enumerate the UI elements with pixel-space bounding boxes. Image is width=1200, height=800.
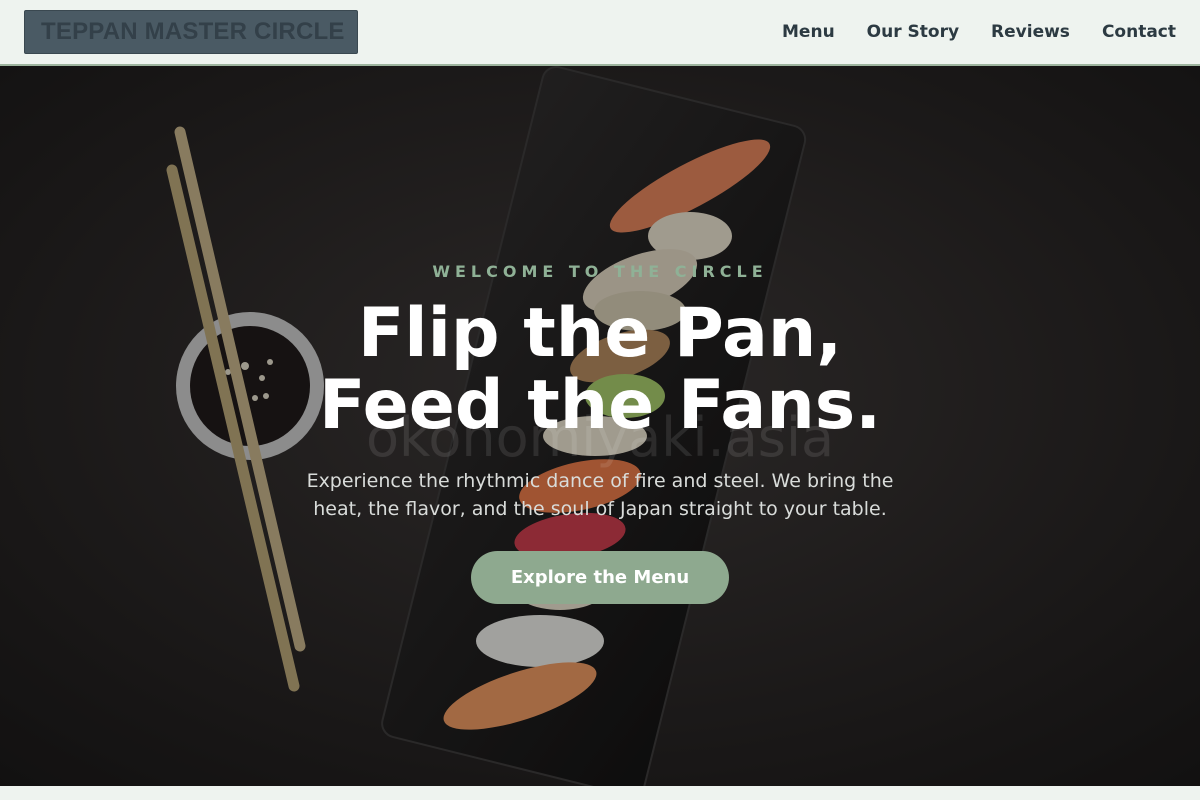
headline-line-2: Feed the Fans. [318, 366, 882, 445]
site-header: TEPPAN MASTER CIRCLE Menu Our Story Revi… [0, 0, 1200, 66]
hero-content: WELCOME TO THE CIRCLE Flip the Pan, Feed… [0, 66, 1200, 786]
main-nav: Menu Our Story Reviews Contact [782, 22, 1176, 42]
nav-link-menu[interactable]: Menu [782, 22, 835, 42]
nav-link-our-story[interactable]: Our Story [867, 22, 959, 42]
explore-menu-button[interactable]: Explore the Menu [471, 551, 729, 604]
hero-headline: Flip the Pan, Feed the Fans. [0, 298, 1200, 442]
nav-link-contact[interactable]: Contact [1102, 22, 1176, 42]
hero-subtext: Experience the rhythmic dance of fire an… [306, 470, 894, 520]
logo-text: TEPPAN MASTER CIRCLE [41, 18, 345, 45]
hero-section: okonomiyaki.asia WELCOME TO THE CIRCLE F… [0, 66, 1200, 786]
logo[interactable]: TEPPAN MASTER CIRCLE [24, 10, 358, 54]
headline-line-1: Flip the Pan, [357, 294, 843, 373]
hero-eyebrow: WELCOME TO THE CIRCLE [432, 262, 768, 281]
nav-link-reviews[interactable]: Reviews [991, 22, 1070, 42]
